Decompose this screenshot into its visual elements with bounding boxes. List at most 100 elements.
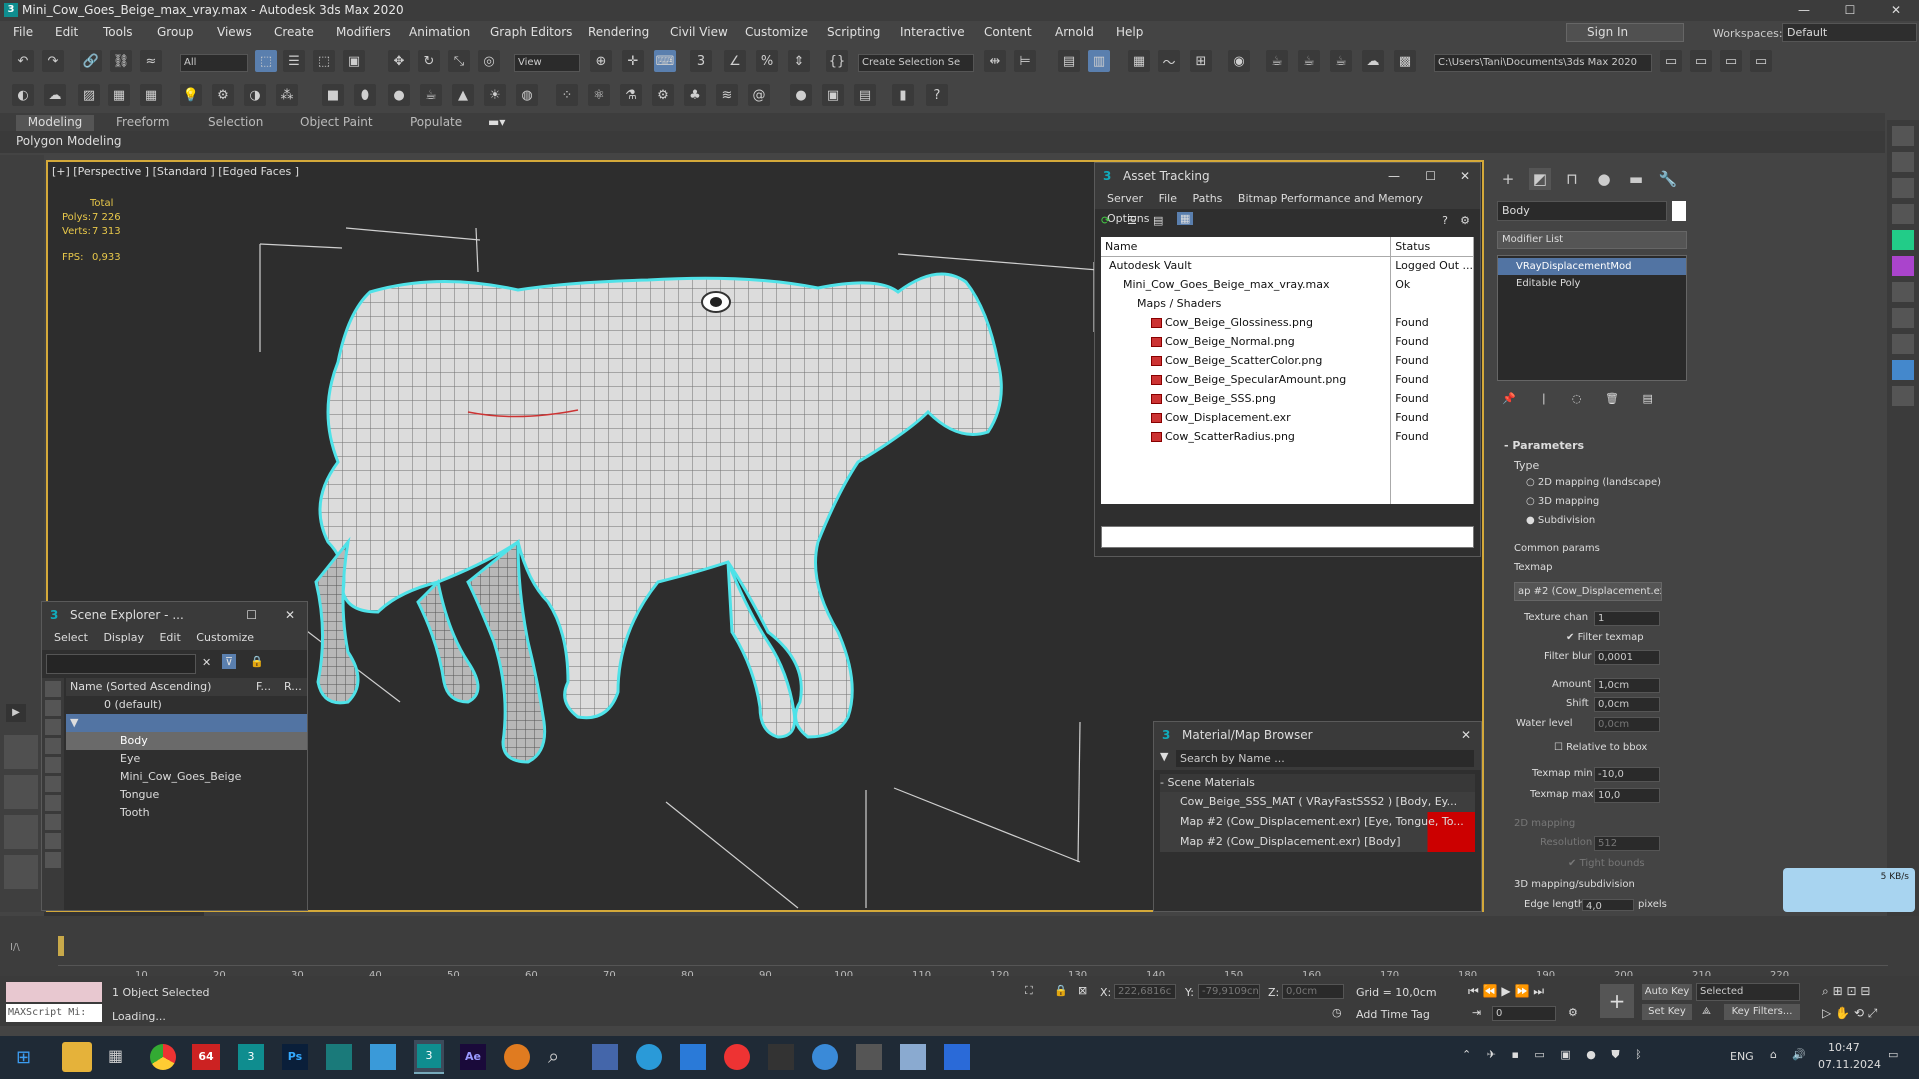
texture-chan-spinner[interactable]: 1 xyxy=(1594,611,1660,626)
start-icon[interactable]: ⊞ xyxy=(16,1048,36,1068)
script-icon[interactable]: ▮ xyxy=(892,84,914,106)
sphere-icon[interactable]: ● xyxy=(388,84,410,106)
material-editor-icon[interactable]: ◉ xyxy=(1228,50,1250,72)
lightbulb-icon[interactable]: 💡 xyxy=(180,84,202,106)
volume-icon[interactable]: 🔊 xyxy=(1792,1048,1806,1061)
scene-row-default-layer[interactable]: 0 (default) xyxy=(66,696,307,714)
set-key-button[interactable]: Set Key xyxy=(1642,1004,1692,1020)
search-options-icon[interactable]: ▼ xyxy=(1160,750,1168,763)
resolution-spinner[interactable]: 512 xyxy=(1594,836,1660,851)
workspace-dropdown[interactable]: Default xyxy=(1782,23,1917,42)
menu-civil-view[interactable]: Civil View xyxy=(670,25,728,39)
scene-menu-edit[interactable]: Edit xyxy=(159,631,180,644)
stack-vray-displacement[interactable]: VRayDisplacementMod xyxy=(1498,258,1686,275)
rotate-icon[interactable]: ↻ xyxy=(418,50,440,72)
y-coordinate[interactable]: -79,9109cn xyxy=(1198,984,1260,999)
box-icon[interactable]: ■ xyxy=(322,84,344,106)
asset-maximize-icon[interactable]: ☐ xyxy=(1425,163,1436,189)
amount-spinner[interactable]: 1,0cm xyxy=(1594,678,1660,693)
display-cameras-icon[interactable] xyxy=(45,757,61,773)
menu-help[interactable]: Help xyxy=(1116,25,1143,39)
grid-icon[interactable]: ▦ xyxy=(140,84,162,106)
menu-create[interactable]: Create xyxy=(274,25,314,39)
help-question-icon[interactable]: ? xyxy=(1442,214,1448,227)
asset-tracking-titlebar[interactable]: 3 Asset Tracking — ☐ ✕ xyxy=(1095,163,1480,189)
scale-icon[interactable]: ⤡ xyxy=(448,50,470,72)
tray-bluetooth-icon[interactable]: ᛒ xyxy=(1635,1048,1642,1061)
scene-materials-group[interactable]: - Scene Materials xyxy=(1160,774,1475,792)
scene-row-cow-layer[interactable]: ▼ xyxy=(66,714,307,732)
viewport-layout-2[interactable] xyxy=(4,775,38,809)
display-helpers-icon[interactable] xyxy=(45,776,61,792)
make-unique-icon[interactable]: ◌ xyxy=(1572,392,1582,405)
set-project-icon[interactable]: ▭ xyxy=(1660,50,1682,72)
layers-icon[interactable] xyxy=(1892,204,1914,224)
tab-populate[interactable]: Populate xyxy=(410,115,462,129)
curve-editor-icon[interactable]: 〜 xyxy=(1158,50,1180,72)
search-app-icon[interactable]: ⌕ xyxy=(548,1044,574,1070)
filter-blur-spinner[interactable]: 0,0001 xyxy=(1594,650,1660,665)
scatter-icon[interactable]: ⁘ xyxy=(556,84,578,106)
image-icon[interactable]: ▨ xyxy=(78,84,100,106)
chrome-icon[interactable] xyxy=(150,1044,176,1070)
maxscript-input[interactable]: MAXScript Mi: xyxy=(6,1004,102,1022)
cloud-icon[interactable]: ☁ xyxy=(44,84,66,106)
display-spacewarps-icon[interactable] xyxy=(45,795,61,811)
save-project-icon[interactable]: ▭ xyxy=(1750,50,1772,72)
material-item-2[interactable]: Map #2 (Cow_Displacement.exr) [Eye, Tong… xyxy=(1160,812,1475,832)
particles-icon[interactable]: ⁂ xyxy=(276,84,298,106)
menu-animation[interactable]: Animation xyxy=(409,25,470,39)
x-coordinate[interactable]: 222,6816c xyxy=(1114,984,1176,999)
menu-arnold[interactable]: Arnold xyxy=(1055,25,1094,39)
menu-graph-editors[interactable]: Graph Editors xyxy=(490,25,572,39)
task-view-icon[interactable]: ▦ xyxy=(108,1046,130,1068)
display-lights-icon[interactable] xyxy=(45,738,61,754)
spinner-snap-icon[interactable]: ⇕ xyxy=(788,50,810,72)
key-mode-icon[interactable]: ⇥ xyxy=(1472,1006,1481,1019)
tab-modeling[interactable]: Modeling xyxy=(16,115,94,131)
asset-row[interactable]: Cow_Displacement.exr Found xyxy=(1101,408,1474,427)
viewport-layout-3[interactable] xyxy=(4,815,38,849)
asset-status-field[interactable] xyxy=(1101,526,1474,548)
tray-red-icon[interactable]: ▪ xyxy=(1511,1048,1518,1061)
display-tab-icon[interactable]: ▬ xyxy=(1625,168,1647,190)
flask-icon[interactable]: ⚗ xyxy=(620,84,642,106)
texmap-button[interactable]: ap #2 (Cow_Displacement.ex xyxy=(1514,582,1662,601)
scene-menu-customize[interactable]: Customize xyxy=(196,631,254,644)
column-name[interactable]: Name xyxy=(1101,237,1392,257)
viewport-label[interactable]: [+] [Perspective ] [Standard ] [Edged Fa… xyxy=(52,165,299,178)
play-icon[interactable]: ▶ xyxy=(1501,984,1510,998)
undo-icon[interactable]: ↶ xyxy=(12,50,34,72)
timeline-track[interactable]: 10 20 30 40 50 60 70 80 90 100 110 120 1… xyxy=(58,936,1888,981)
fur-icon[interactable]: ≋ xyxy=(716,84,738,106)
photoshop-icon[interactable]: Ps xyxy=(282,1044,308,1070)
checker-icon[interactable] xyxy=(1892,126,1914,146)
help-icon[interactable]: ? xyxy=(926,84,948,106)
asset-row[interactable]: Cow_Beige_Normal.png Found xyxy=(1101,332,1474,351)
edge-length-spinner[interactable]: 4,0 xyxy=(1582,899,1634,912)
tab-freeform[interactable]: Freeform xyxy=(116,115,169,129)
move-icon[interactable]: ✥ xyxy=(388,50,410,72)
reference-coordinate-dropdown[interactable]: View xyxy=(514,54,580,72)
keyboard-shortcut-override-icon[interactable]: ⌨ xyxy=(654,50,676,72)
project-folder-icon[interactable]: ▭ xyxy=(1690,50,1712,72)
zoom-extents-icon[interactable]: ⊡ xyxy=(1846,984,1856,998)
scene-col-freeze[interactable]: F... xyxy=(256,678,271,696)
file-explorer-icon[interactable] xyxy=(62,1042,92,1072)
render-in-cloud-icon[interactable]: ☁ xyxy=(1362,50,1384,72)
redo-icon[interactable]: ↷ xyxy=(42,50,64,72)
bind-space-warp-icon[interactable]: ≈ xyxy=(140,50,162,72)
configure-sets-icon[interactable]: ▤ xyxy=(1643,392,1653,405)
tray-green-icon[interactable]: ● xyxy=(1586,1048,1596,1061)
render-icon[interactable]: ▤ xyxy=(854,84,876,106)
paint-icon[interactable] xyxy=(1892,308,1914,328)
orbit-icon[interactable]: ⟲ xyxy=(1854,1006,1864,1020)
modifier-list-dropdown[interactable]: Modifier List xyxy=(1497,231,1687,249)
tab-selection[interactable]: Selection xyxy=(208,115,263,129)
sphere-light-icon[interactable]: ◍ xyxy=(516,84,538,106)
material-item-3[interactable]: Map #2 (Cow_Displacement.exr) [Body] xyxy=(1160,832,1475,852)
project-path-dropdown[interactable]: C:\Users\Tani\Documents\3ds Max 2020 xyxy=(1434,54,1652,72)
maximize-viewport-icon[interactable]: ⤢ xyxy=(1868,1006,1878,1020)
menu-customize[interactable]: Customize xyxy=(745,25,808,39)
schematic-view-icon[interactable]: ⊞ xyxy=(1190,50,1212,72)
